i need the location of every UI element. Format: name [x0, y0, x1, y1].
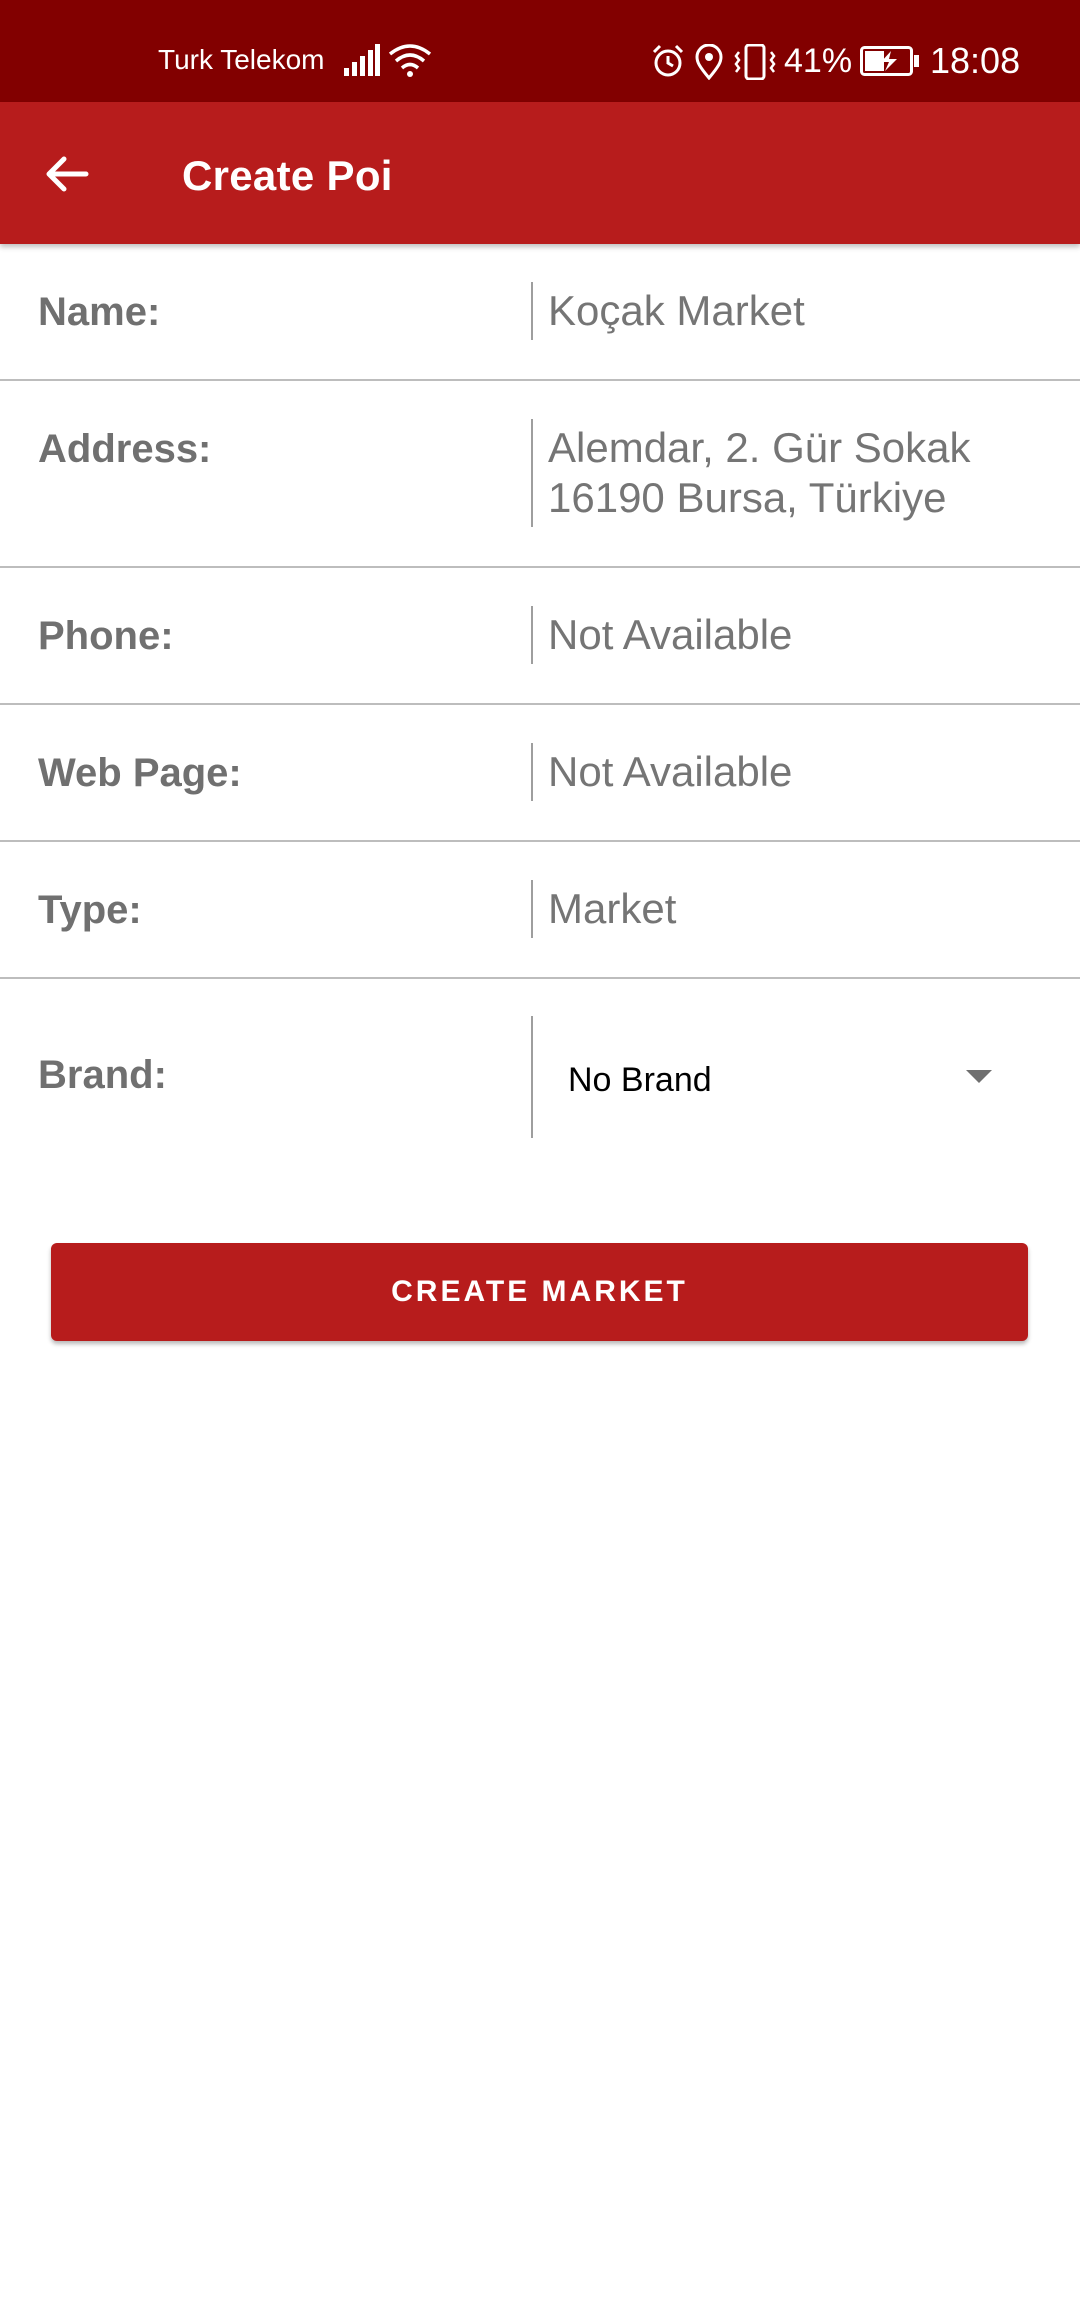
signal-icon: [344, 44, 380, 81]
address-row: Address: Alemdar, 2. Gür Sokak 16190 Bur…: [0, 381, 1080, 568]
app-bar: Create Poi: [0, 102, 1080, 244]
battery-charging-icon: [860, 46, 920, 81]
name-field[interactable]: Koçak Market: [548, 286, 1048, 336]
type-row: Type: Market: [0, 842, 1080, 979]
location-icon: [695, 43, 723, 85]
brand-label: Brand:: [38, 1053, 167, 1097]
arrow-left-icon[interactable]: [38, 144, 98, 204]
type-label: Type:: [38, 888, 142, 932]
divider: [531, 880, 533, 938]
divider: [531, 606, 533, 664]
chevron-down-icon: [966, 1070, 992, 1083]
brand-dropdown[interactable]: No Brand: [533, 1016, 1033, 1138]
web-page-row: Web Page: Not Available: [0, 705, 1080, 842]
phone-field[interactable]: Not Available: [548, 610, 1048, 660]
brand-row: Brand: No Brand: [0, 979, 1080, 1159]
vibrate-icon: [733, 43, 777, 85]
brand-selected-value: No Brand: [568, 1061, 712, 1099]
battery-percent: 41%: [784, 42, 853, 80]
type-field[interactable]: Market: [548, 884, 1048, 934]
status-bar: Turk Telekom 41% 18:08: [0, 0, 1080, 102]
web-page-label: Web Page:: [38, 751, 242, 795]
divider: [531, 419, 533, 527]
divider: [531, 282, 533, 340]
wifi-icon: [388, 42, 432, 83]
phone-row: Phone: Not Available: [0, 568, 1080, 705]
clock: 18:08: [930, 40, 1021, 81]
address-field[interactable]: Alemdar, 2. Gür Sokak 16190 Bursa, Türki…: [548, 423, 1048, 523]
name-row: Name: Koçak Market: [0, 244, 1080, 381]
carrier-name: Turk Telekom: [158, 44, 325, 75]
create-market-button[interactable]: CREATE MARKET: [51, 1243, 1028, 1341]
alarm-icon: [651, 44, 685, 83]
name-label: Name:: [38, 290, 161, 334]
web-page-field[interactable]: Not Available: [548, 747, 1048, 797]
divider: [531, 743, 533, 801]
address-label: Address:: [38, 427, 212, 471]
phone-label: Phone:: [38, 614, 174, 658]
page-title: Create Poi: [182, 152, 393, 199]
